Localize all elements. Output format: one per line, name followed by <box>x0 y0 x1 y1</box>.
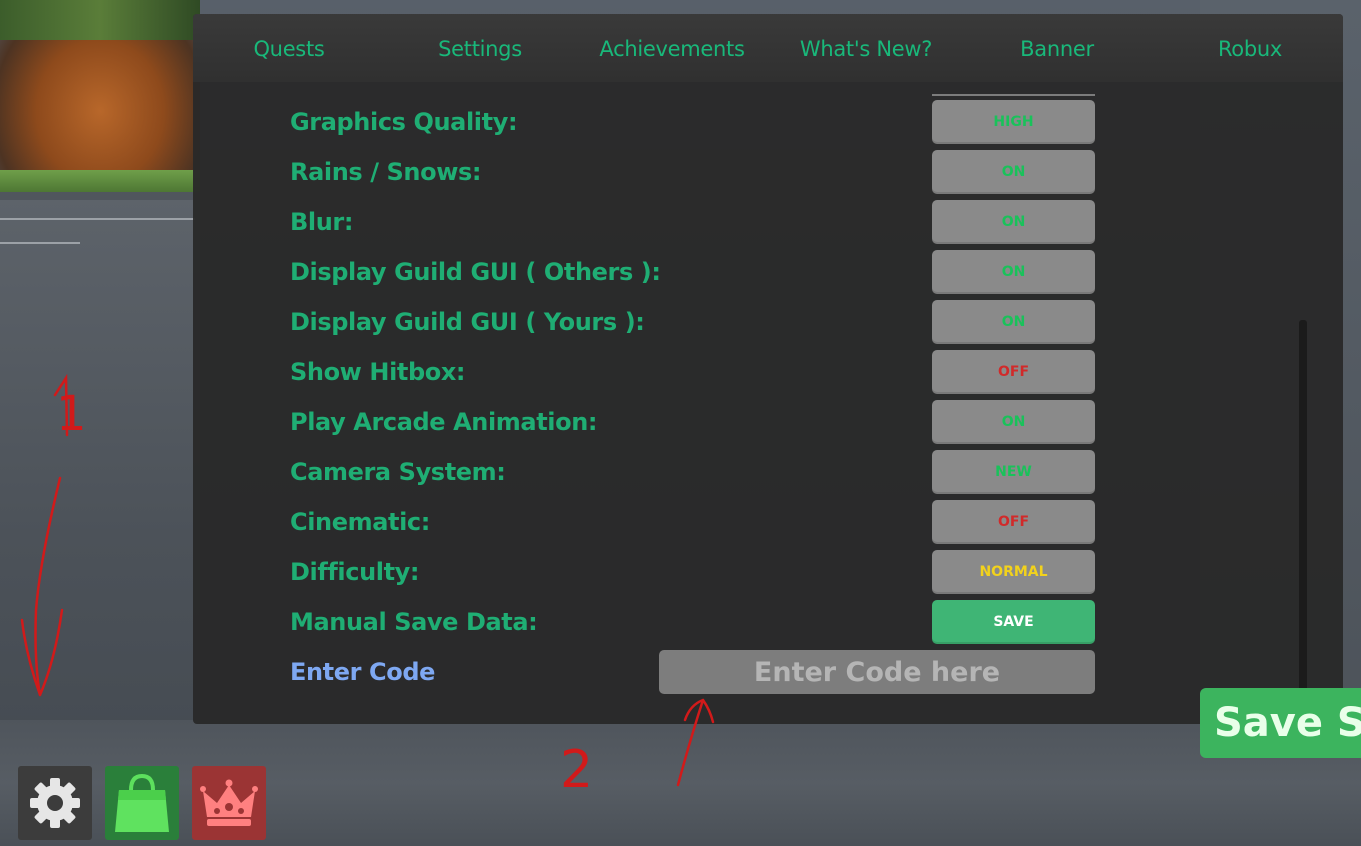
save-settings-button[interactable]: Save Settings <box>1200 688 1361 758</box>
setting-label-guild-gui-yours: Display Guild GUI ( Yours ): <box>290 308 645 336</box>
tab-quests[interactable]: Quests <box>204 32 374 66</box>
cinematic-toggle[interactable]: OFF <box>932 500 1095 544</box>
camera-system-toggle[interactable]: NEW <box>932 450 1095 494</box>
show-hitbox-toggle[interactable]: OFF <box>932 350 1095 394</box>
graphics-quality-toggle[interactable]: HIGH <box>932 100 1095 144</box>
guild-gui-yours-toggle[interactable]: ON <box>932 300 1095 344</box>
setting-label-show-hitbox: Show Hitbox: <box>290 358 466 386</box>
previous-toggle-edge <box>932 94 1095 96</box>
settings-hud-button[interactable] <box>18 766 92 840</box>
setting-label-camera-system: Camera System: <box>290 458 506 486</box>
setting-label-difficulty: Difficulty: <box>290 558 420 586</box>
gear-icon <box>30 778 80 828</box>
tab-whats-new[interactable]: What's New? <box>781 32 951 66</box>
guild-gui-others-toggle[interactable]: ON <box>932 250 1095 294</box>
rains-snows-toggle[interactable]: ON <box>932 150 1095 194</box>
setting-label-manual-save: Manual Save Data: <box>290 608 538 636</box>
crown-icon <box>200 779 258 826</box>
manual-save-button[interactable]: SAVE <box>932 600 1095 644</box>
enter-code-label: Enter Code <box>290 658 435 686</box>
scrollbar-thumb[interactable] <box>1299 320 1307 700</box>
tab-achievements[interactable]: Achievements <box>587 32 757 66</box>
tab-robux[interactable]: Robux <box>1165 32 1335 66</box>
tree-leaves <box>0 0 200 40</box>
setting-label-cinematic: Cinematic: <box>290 508 430 536</box>
tab-banner[interactable]: Banner <box>972 32 1142 66</box>
setting-label-guild-gui-others: Display Guild GUI ( Others ): <box>290 258 661 286</box>
arcade-animation-toggle[interactable]: ON <box>932 400 1095 444</box>
road-line <box>0 242 80 244</box>
road-ground <box>0 200 200 760</box>
premium-hud-button[interactable] <box>192 766 266 840</box>
grass-strip <box>0 170 200 192</box>
blur-toggle[interactable]: ON <box>932 200 1095 244</box>
setting-label-arcade-animation: Play Arcade Animation: <box>290 408 598 436</box>
road-line <box>0 218 195 220</box>
tab-bar: Quests Settings Achievements What's New?… <box>193 14 1343 82</box>
tab-settings[interactable]: Settings <box>395 32 565 66</box>
code-input[interactable] <box>659 650 1095 694</box>
setting-label-blur: Blur: <box>290 208 354 236</box>
shopping-bag-icon <box>115 773 169 832</box>
shop-hud-button[interactable] <box>105 766 179 840</box>
difficulty-toggle[interactable]: NORMAL <box>932 550 1095 594</box>
setting-label-rains-snows: Rains / Snows: <box>290 158 482 186</box>
settings-list: Graphics Quality: HIGH Rains / Snows: ON… <box>193 82 1343 724</box>
menu-panel: Quests Settings Achievements What's New?… <box>193 14 1343 724</box>
setting-label-graphics-quality: Graphics Quality: <box>290 108 518 136</box>
